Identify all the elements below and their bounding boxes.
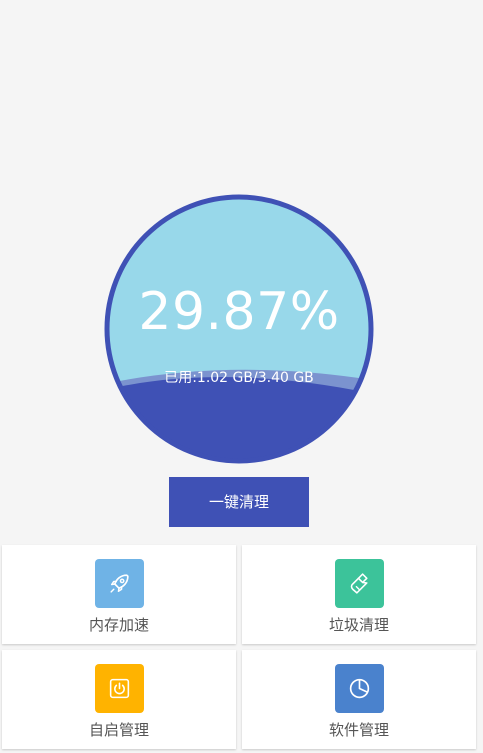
memory-percent: 29.87% [138, 282, 340, 342]
rocket-icon [95, 559, 144, 608]
app-screen: 29.87% 已用:1.02 GB/3.40 GB 一键清理 内存加速 垃圾清理… [0, 0, 483, 753]
tile-label: 软件管理 [328, 721, 389, 739]
feature-grid: 内存加速 垃圾清理 自启管理 软件管理 [0, 545, 483, 753]
tile-label: 内存加速 [88, 616, 149, 634]
memory-gauge: 29.87% 已用:1.02 GB/3.40 GB [104, 194, 374, 464]
tile-startup-manager[interactable]: 自启管理 [2, 650, 236, 749]
one-click-clean-button[interactable]: 一键清理 [169, 477, 309, 527]
pie-chart-icon [335, 664, 384, 713]
tile-label: 自启管理 [88, 721, 149, 739]
broom-icon [335, 559, 384, 608]
tile-label: 垃圾清理 [328, 616, 389, 634]
tile-junk-clean[interactable]: 垃圾清理 [242, 545, 476, 644]
power-icon [95, 664, 144, 713]
tile-software-manager[interactable]: 软件管理 [242, 650, 476, 749]
memory-usage-text: 已用:1.02 GB/3.40 GB [164, 370, 314, 386]
tile-memory-boost[interactable]: 内存加速 [2, 545, 236, 644]
